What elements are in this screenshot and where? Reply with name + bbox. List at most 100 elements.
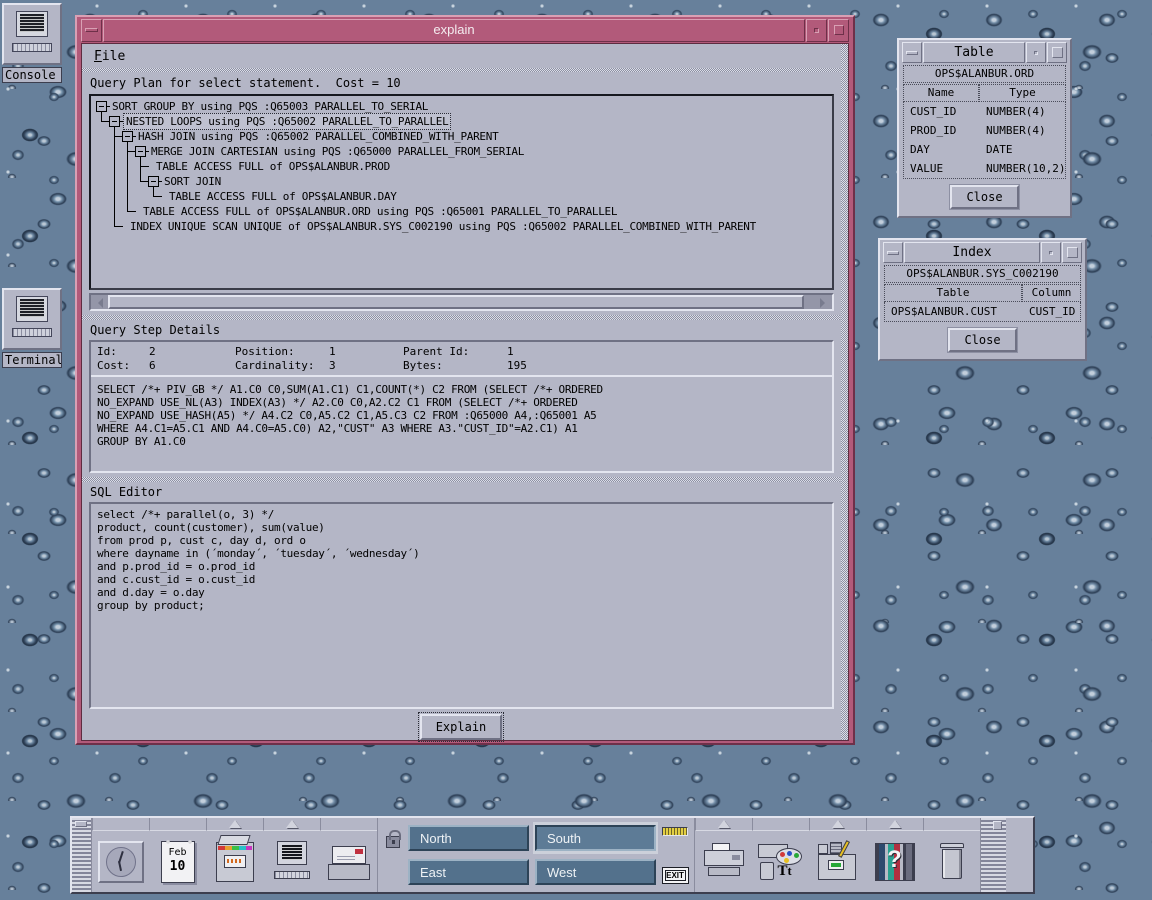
maximize-button[interactable] — [828, 19, 849, 42]
clock-icon[interactable] — [98, 841, 144, 883]
expand-toggle-icon[interactable] — [109, 116, 120, 127]
plan-tree-node[interactable]: HASH JOIN using PQS :Q65002 PARALLEL_COM… — [91, 129, 832, 144]
panel-right-handle[interactable] — [980, 818, 1006, 892]
application-manager-icon[interactable] — [816, 842, 860, 882]
plan-node-label[interactable]: SORT GROUP BY using PQS :Q65003 PARALLEL… — [110, 99, 430, 114]
expand-toggle-icon[interactable] — [96, 101, 107, 112]
window-title: Table — [923, 42, 1025, 63]
scrollbar-thumb[interactable] — [108, 295, 804, 309]
stat-value: 2 — [149, 345, 235, 359]
printer-icon[interactable] — [702, 843, 746, 881]
workspace-button[interactable]: West — [535, 859, 656, 885]
column-type-cell: DATE — [980, 140, 1065, 159]
plan-node-label[interactable]: NESTED LOOPS using PQS :Q65002 PARALLEL_… — [123, 113, 451, 130]
mail-icon[interactable] — [328, 844, 370, 880]
plan-tree-node[interactable]: TABLE ACCESS FULL of OPS$ALANBUR.PROD — [91, 159, 832, 174]
right-edge-stipple — [841, 44, 848, 740]
plan-tree-node[interactable]: NESTED LOOPS using PQS :Q65002 PARALLEL_… — [91, 114, 832, 129]
clock-slot — [92, 818, 149, 892]
maximize-button[interactable] — [1062, 242, 1082, 263]
window-menu-button[interactable] — [902, 42, 922, 63]
index-rows: OPS$ALANBUR.CUST CUST_ID — [884, 302, 1081, 322]
application-manager-slot — [809, 818, 866, 892]
keyboard-shape — [12, 328, 52, 337]
exit-button[interactable]: EXIT — [662, 867, 689, 884]
explain-window: explain File Query Plan for select state… — [75, 15, 855, 745]
explain-button[interactable]: Explain — [420, 714, 503, 740]
plan-tree-node[interactable]: SORT GROUP BY using PQS :Q65003 PARALLEL… — [91, 99, 832, 114]
table-column-headers: Name Type — [903, 84, 1066, 102]
menu-file[interactable]: File — [90, 47, 129, 66]
subpanel-arrow-icon[interactable] — [832, 820, 844, 828]
plan-node-label[interactable]: TABLE ACCESS FULL of OPS$ALANBUR.DAY — [167, 189, 399, 204]
desktop-icon-label: Terminal — [2, 352, 62, 368]
window-menu-button[interactable] — [81, 19, 102, 42]
plan-tree-node[interactable]: TABLE ACCESS FULL of OPS$ALANBUR.ORD usi… — [91, 204, 832, 219]
workspace-button[interactable]: South — [535, 825, 656, 851]
subpanel-arrow-icon[interactable] — [718, 820, 730, 828]
plan-tree-node[interactable]: INDEX UNIQUE SCAN UNIQUE of OPS$ALANBUR.… — [91, 219, 832, 234]
expand-toggle-icon[interactable] — [135, 146, 146, 157]
plan-node-label[interactable]: INDEX UNIQUE SCAN UNIQUE of OPS$ALANBUR.… — [128, 219, 758, 234]
plan-node-label[interactable]: TABLE ACCESS FULL of OPS$ALANBUR.ORD usi… — [141, 204, 619, 219]
stat-label: Position: — [235, 345, 329, 359]
minimize-button[interactable] — [806, 19, 827, 42]
titlebar[interactable]: explain — [81, 19, 849, 42]
console-icon[interactable] — [2, 3, 62, 65]
panel-status-column: EXIT — [658, 822, 692, 888]
scroll-left-arrow[interactable] — [91, 295, 107, 309]
scroll-right-arrow[interactable] — [816, 295, 832, 309]
close-button[interactable]: Close — [948, 328, 1016, 352]
terminal-icon[interactable] — [2, 288, 62, 350]
table-row: CUST_ID NUMBER(4) — [904, 102, 1065, 121]
subpanel-arrow-icon[interactable] — [286, 820, 298, 828]
busy-light-indicator — [662, 827, 688, 836]
maximize-button[interactable] — [1047, 42, 1067, 63]
subpanel-strip — [809, 818, 866, 831]
plan-tree-node[interactable]: TABLE ACCESS FULL of OPS$ALANBUR.DAY — [91, 189, 832, 204]
table-object-name: OPS$ALANBUR.ORD — [903, 65, 1066, 83]
panel-right-button[interactable] — [993, 821, 1002, 830]
expand-toggle-icon[interactable] — [148, 176, 159, 187]
workspace-button[interactable]: East — [408, 859, 529, 885]
desktop-icon-terminal[interactable]: Terminal — [2, 288, 64, 368]
terminal-icon[interactable] — [272, 841, 312, 883]
column-type-cell: NUMBER(4) — [980, 121, 1065, 140]
table-row: VALUE NUMBER(10,2) — [904, 159, 1065, 178]
panel-left-handle[interactable] — [72, 818, 92, 892]
workspace-button[interactable]: North — [408, 825, 529, 851]
window-title: Index — [904, 242, 1040, 263]
plan-tree-node[interactable]: SORT JOIN — [91, 174, 832, 189]
plan-tree-node[interactable]: MERGE JOIN CARTESIAN using PQS :Q65000 P… — [91, 144, 832, 159]
subpanel-arrow-icon[interactable] — [229, 820, 241, 828]
subpanel-arrow-icon[interactable] — [889, 820, 901, 828]
plan-node-label[interactable]: TABLE ACCESS FULL of OPS$ALANBUR.PROD — [154, 159, 392, 174]
minimize-button[interactable] — [1026, 42, 1046, 63]
panel-minimize-button[interactable] — [75, 821, 87, 827]
desktop-icon-console[interactable]: Console — [2, 3, 64, 83]
minimize-button[interactable] — [1041, 242, 1061, 263]
titlebar[interactable]: Table — [902, 42, 1067, 63]
printer-slot — [695, 818, 752, 892]
workspace-cell: South — [533, 822, 658, 854]
trash-icon[interactable] — [939, 843, 965, 881]
style-manager-icon[interactable]: Tt — [758, 842, 804, 882]
plan-node-label[interactable]: MERGE JOIN CARTESIAN using PQS :Q65000 P… — [149, 144, 526, 159]
titlebar[interactable]: Index — [883, 242, 1082, 263]
plan-node-label[interactable]: SORT JOIN — [162, 174, 223, 189]
column-name-cell: VALUE — [904, 159, 980, 178]
button-row: Explain — [82, 709, 840, 745]
sql-editor-text[interactable]: select /*+ parallel(o, 3) */ product, co… — [91, 504, 832, 612]
desktop-icon-label: Console — [2, 67, 62, 83]
expand-toggle-icon[interactable] — [122, 131, 133, 142]
maximize-icon — [1052, 47, 1063, 58]
window-menu-button[interactable] — [883, 242, 903, 263]
close-button[interactable]: Close — [950, 185, 1018, 209]
mail-slot — [320, 818, 377, 892]
calendar-icon[interactable]: Feb 10 — [161, 841, 195, 883]
plan-node-label[interactable]: HASH JOIN using PQS :Q65002 PARALLEL_COM… — [136, 129, 500, 144]
file-manager-icon[interactable] — [216, 842, 254, 882]
help-icon[interactable]: ? — [875, 843, 915, 881]
sql-editor[interactable]: select /*+ parallel(o, 3) */ product, co… — [89, 502, 834, 709]
tree-horizontal-scrollbar[interactable] — [89, 293, 834, 311]
